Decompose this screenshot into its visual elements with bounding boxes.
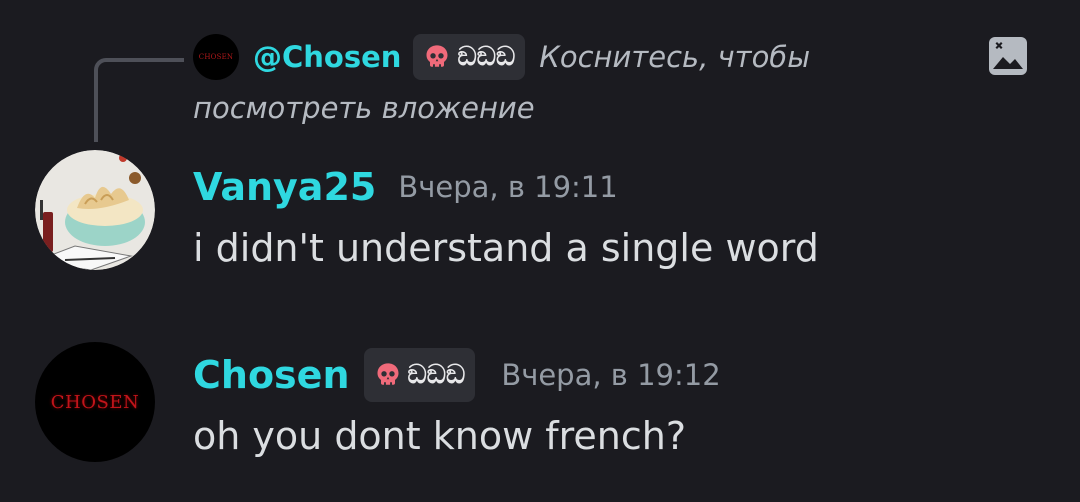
message-header-1: Vanya25 Вчера, в 19:11	[193, 164, 618, 210]
message-author[interactable]: Vanya25	[193, 165, 376, 209]
server-tag[interactable]: ඞඞඞ	[363, 348, 476, 402]
reply-tag-text: ඞඞඞ	[457, 41, 516, 72]
reply-hint-text[interactable]: Коснитесь, чтобы	[539, 39, 810, 76]
avatar-image	[35, 150, 155, 270]
reply-author-avatar[interactable]: CHOSEN	[193, 34, 239, 80]
reply-hint-text-line2[interactable]: посмотреть вложение	[193, 86, 893, 130]
reply-connector-line	[94, 58, 184, 142]
message-author[interactable]: Chosen	[193, 353, 350, 397]
avatar-chosen[interactable]: CHOSEN	[35, 342, 155, 462]
skull-icon	[377, 363, 398, 385]
chat-view: CHOSEN @Chosen ඞඞඞ Коснитесь, чтобы посм…	[0, 0, 1080, 502]
message-timestamp[interactable]: Вчера, в 19:12	[501, 358, 720, 392]
reply-avatar-logo-text: CHOSEN	[198, 52, 234, 61]
tag-text: ඞඞඞ	[407, 359, 466, 390]
reply-mention[interactable]: @Chosen	[253, 39, 401, 76]
message-header-2: Chosen ඞඞඞ Вчера, в 19:12	[193, 348, 721, 402]
avatar-vanya25[interactable]	[35, 150, 155, 270]
image-attachment-icon[interactable]	[988, 36, 1028, 76]
message-content-1: i didn't understand a single word	[193, 226, 819, 270]
reply-server-tag[interactable]: ඞඞඞ	[413, 34, 526, 80]
message-timestamp[interactable]: Вчера, в 19:11	[398, 170, 617, 204]
avatar-logo-text: CHOSEN	[50, 391, 140, 413]
skull-icon	[426, 45, 448, 67]
message-content-2: oh you dont know french?	[193, 414, 687, 458]
reply-preview[interactable]: CHOSEN @Chosen ඞඞඞ Коснитесь, чтобы посм…	[193, 34, 893, 130]
